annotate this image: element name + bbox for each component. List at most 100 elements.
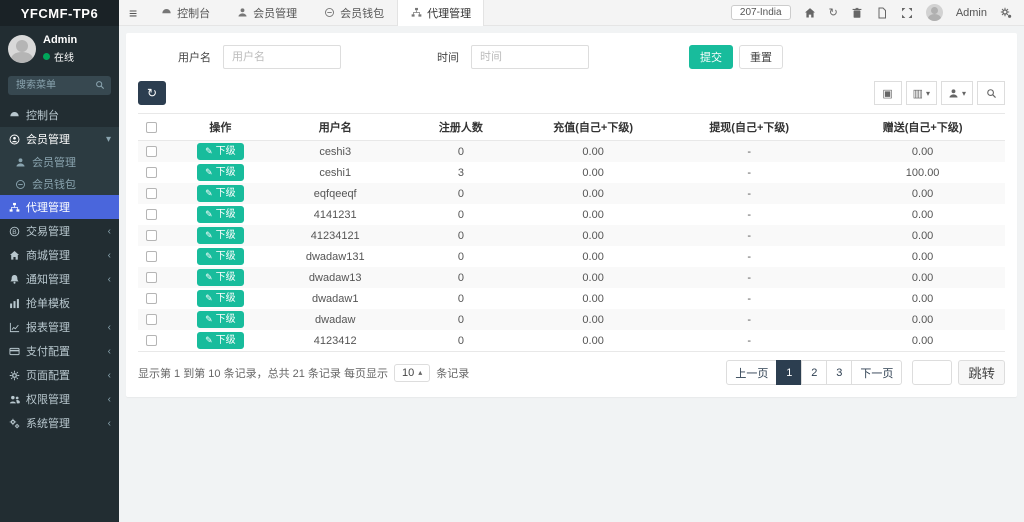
sidebar-item-order-template[interactable]: 抢单模板 bbox=[0, 291, 119, 315]
cell-recharge: 0.00 bbox=[528, 183, 658, 204]
cell-registered: 0 bbox=[394, 225, 528, 246]
sidebar-item-members[interactable]: 会员管理 ▾ bbox=[0, 127, 119, 151]
sidebar-user-name: Admin bbox=[43, 34, 77, 46]
next-page-button[interactable]: 下一页 bbox=[851, 360, 902, 385]
tab-members[interactable]: 会员管理 bbox=[223, 0, 310, 26]
sub-level-button[interactable]: ✎下级 bbox=[197, 143, 244, 160]
row-checkbox[interactable] bbox=[146, 230, 157, 241]
cell-registered: 0 bbox=[394, 183, 528, 204]
sidebar-item-reports[interactable]: 报表管理 ‹ bbox=[0, 315, 119, 339]
cell-gift: 0.00 bbox=[840, 204, 1005, 225]
search-button[interactable] bbox=[977, 81, 1005, 105]
col-recharge[interactable]: 充值(自己+下级) bbox=[528, 114, 658, 141]
row-checkbox[interactable] bbox=[146, 167, 157, 178]
sidebar-item-system[interactable]: 系统管理 ‹ bbox=[0, 411, 119, 435]
export-button[interactable]: ▾ bbox=[941, 81, 973, 105]
col-registered[interactable]: 注册人数 bbox=[394, 114, 528, 141]
tab-member-wallet[interactable]: 会员钱包 bbox=[310, 0, 397, 26]
chevron-left-icon: ‹ bbox=[108, 370, 111, 381]
trash-icon[interactable] bbox=[851, 7, 863, 19]
cell-recharge: 0.00 bbox=[528, 246, 658, 267]
row-checkbox[interactable] bbox=[146, 251, 157, 262]
page-button-1[interactable]: 1 bbox=[776, 360, 802, 385]
reset-button[interactable]: 重置 bbox=[739, 45, 783, 69]
row-checkbox[interactable] bbox=[146, 293, 157, 304]
username-input[interactable] bbox=[223, 45, 341, 69]
table-toolbar: ↻ ▣ ▥▾ ▾ bbox=[138, 81, 1005, 105]
topbar-user-name[interactable]: Admin bbox=[956, 7, 987, 19]
prev-page-button[interactable]: 上一页 bbox=[726, 360, 777, 385]
svg-text:B: B bbox=[12, 228, 17, 235]
jump-button[interactable]: 跳转 bbox=[958, 360, 1005, 385]
sidebar-item-agents[interactable]: 代理管理 bbox=[0, 195, 119, 219]
submit-button[interactable]: 提交 bbox=[689, 45, 733, 69]
chevron-left-icon: ‹ bbox=[108, 394, 111, 405]
sub-level-button[interactable]: ✎下级 bbox=[197, 332, 244, 349]
sub-level-button[interactable]: ✎下级 bbox=[197, 269, 244, 286]
avatar[interactable] bbox=[926, 4, 943, 21]
sidebar-subitem-member-wallet[interactable]: 会员钱包 bbox=[0, 173, 119, 195]
sub-level-button[interactable]: ✎下级 bbox=[197, 164, 244, 181]
tab-dashboard[interactable]: 控制台 bbox=[147, 0, 223, 26]
sidebar-item-notifications[interactable]: 通知管理 ‹ bbox=[0, 267, 119, 291]
sub-level-button[interactable]: ✎下级 bbox=[197, 248, 244, 265]
search-icon bbox=[95, 80, 105, 93]
sidebar-item-transactions[interactable]: B 交易管理 ‹ bbox=[0, 219, 119, 243]
sidebar-item-payment-config[interactable]: 支付配置 ‹ bbox=[0, 339, 119, 363]
wallet-icon bbox=[14, 178, 26, 190]
sidebar-item-dashboard[interactable]: 控制台 bbox=[0, 103, 119, 127]
fullscreen-icon[interactable] bbox=[901, 7, 913, 19]
select-all-checkbox[interactable] bbox=[146, 122, 157, 133]
sidebar-item-permissions[interactable]: 权限管理 ‹ bbox=[0, 387, 119, 411]
app-logo[interactable]: YFCMF-TP6 bbox=[0, 0, 119, 26]
row-checkbox[interactable] bbox=[146, 188, 157, 199]
cell-gift: 0.00 bbox=[840, 246, 1005, 267]
sub-level-button[interactable]: ✎下级 bbox=[197, 185, 244, 202]
jump-page-input[interactable] bbox=[912, 360, 952, 385]
row-checkbox[interactable] bbox=[146, 209, 157, 220]
sidebar-item-mall[interactable]: 商城管理 ‹ bbox=[0, 243, 119, 267]
table-row: ✎下级 dwadaw1 0 0.00 - 0.00 bbox=[138, 288, 1005, 309]
tab-agents[interactable]: 代理管理 bbox=[397, 0, 484, 26]
card-view-button[interactable]: ▣ bbox=[874, 81, 902, 105]
file-icon[interactable] bbox=[876, 7, 888, 19]
sidebar-subitem-member-manage[interactable]: 会员管理 bbox=[0, 151, 119, 173]
col-gift[interactable]: 赠送(自己+下级) bbox=[840, 114, 1005, 141]
cell-registered: 0 bbox=[394, 246, 528, 267]
bell-icon bbox=[8, 273, 20, 285]
time-input[interactable] bbox=[471, 45, 589, 69]
bar-chart-icon bbox=[8, 297, 20, 309]
online-status-dot bbox=[43, 53, 50, 60]
page-button-2[interactable]: 2 bbox=[801, 360, 827, 385]
refresh-icon[interactable]: ↻ bbox=[829, 6, 838, 19]
hamburger-icon[interactable]: ≡ bbox=[119, 5, 147, 21]
col-action[interactable]: 操作 bbox=[164, 114, 277, 141]
region-badge[interactable]: 207-India bbox=[731, 5, 791, 20]
page-button-3[interactable]: 3 bbox=[826, 360, 852, 385]
sidebar-item-page-config[interactable]: 页面配置 ‹ bbox=[0, 363, 119, 387]
refresh-button[interactable]: ↻ bbox=[138, 81, 166, 105]
columns-button[interactable]: ▥▾ bbox=[906, 81, 937, 105]
search-icon bbox=[986, 88, 997, 99]
home-icon bbox=[8, 249, 20, 261]
sub-level-button[interactable]: ✎下级 bbox=[197, 206, 244, 223]
cell-recharge: 0.00 bbox=[528, 267, 658, 288]
settings-icon[interactable] bbox=[1000, 7, 1012, 19]
row-checkbox[interactable] bbox=[146, 146, 157, 157]
cell-username: dwadaw1 bbox=[277, 288, 394, 309]
app-root: YFCMF-TP6 Admin 在线 控制台 会员管理 ▾ bbox=[0, 0, 1024, 522]
row-checkbox[interactable] bbox=[146, 314, 157, 325]
sub-level-button[interactable]: ✎下级 bbox=[197, 311, 244, 328]
col-withdraw[interactable]: 提现(自己+下级) bbox=[658, 114, 840, 141]
cell-withdraw: - bbox=[658, 225, 840, 246]
row-checkbox[interactable] bbox=[146, 272, 157, 283]
row-checkbox[interactable] bbox=[146, 335, 157, 346]
col-username[interactable]: 用户名 bbox=[277, 114, 394, 141]
page-size-select[interactable]: 10▴ bbox=[394, 364, 430, 382]
home-icon[interactable] bbox=[804, 7, 816, 19]
cell-withdraw: - bbox=[658, 309, 840, 330]
cell-gift: 0.00 bbox=[840, 183, 1005, 204]
cell-username: ceshi1 bbox=[277, 162, 394, 183]
sub-level-button[interactable]: ✎下级 bbox=[197, 227, 244, 244]
sub-level-button[interactable]: ✎下级 bbox=[197, 290, 244, 307]
